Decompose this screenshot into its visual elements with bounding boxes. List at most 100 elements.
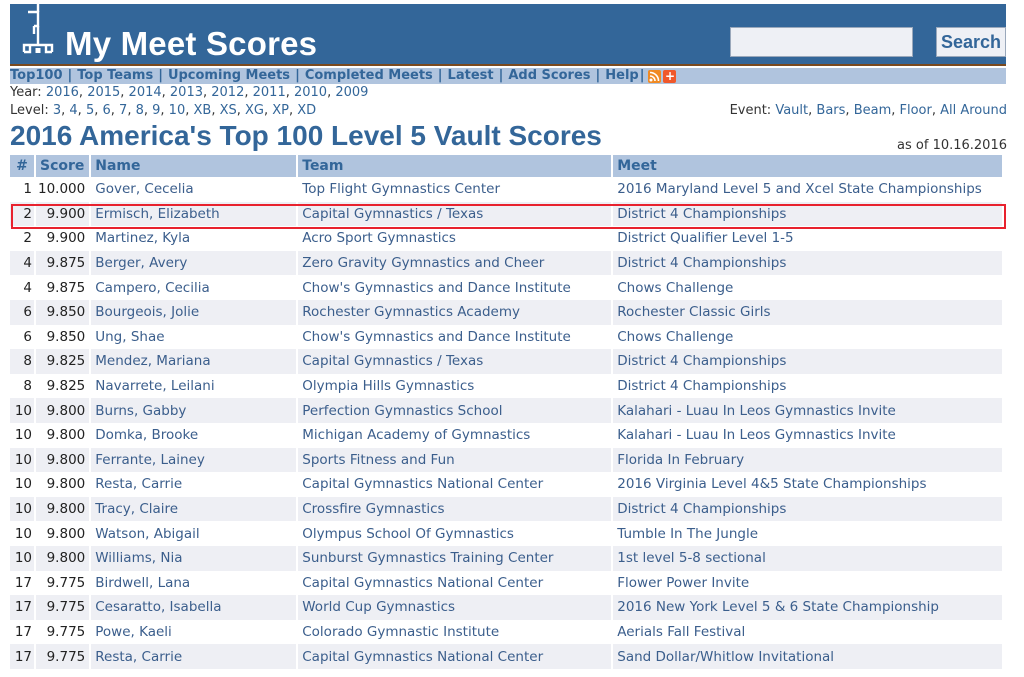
team-link[interactable]: World Cup Gymnastics [302, 599, 455, 615]
team-link[interactable]: Capital Gymnastics National Center [302, 649, 543, 665]
meet-link[interactable]: Kalahari - Luau In Leos Gymnastics Invit… [617, 427, 896, 443]
team-link[interactable]: Michigan Academy of Gymnastics [302, 427, 530, 443]
team-link[interactable]: Perfection Gymnastics School [302, 403, 502, 419]
meet-link[interactable]: 2016 New York Level 5 & 6 State Champion… [617, 599, 939, 615]
bracket-tree-icon[interactable] [20, 4, 56, 62]
gymnast-link[interactable]: Williams, Nia [95, 550, 182, 566]
level-link[interactable]: 5 [86, 103, 94, 118]
gymnast-link[interactable]: Birdwell, Lana [95, 575, 190, 591]
level-link[interactable]: 7 [119, 103, 127, 118]
level-link[interactable]: XB [193, 103, 211, 118]
team-link[interactable]: Chow's Gymnastics and Dance Institute [302, 280, 571, 296]
gymnast-link[interactable]: Ung, Shae [95, 329, 164, 345]
meet-link[interactable]: Kalahari - Luau In Leos Gymnastics Invit… [617, 403, 896, 419]
nav-upcoming-meets[interactable]: Upcoming Meets [168, 68, 290, 84]
event-link-vault[interactable]: Vault [775, 103, 808, 118]
year-link[interactable]: 2015 [87, 85, 120, 100]
team-link[interactable]: Capital Gymnastics National Center [302, 575, 543, 591]
meet-link[interactable]: 2016 Virginia Level 4&5 State Championsh… [617, 476, 926, 492]
nav-top-teams[interactable]: Top Teams [77, 68, 153, 84]
nav-add-scores[interactable]: Add Scores [508, 68, 590, 84]
team-link[interactable]: Capital Gymnastics National Center [302, 476, 543, 492]
team-link[interactable]: Chow's Gymnastics and Dance Institute [302, 329, 571, 345]
meet-link[interactable]: 1st level 5-8 sectional [617, 550, 766, 566]
gymnast-link[interactable]: Ermisch, Elizabeth [95, 206, 219, 222]
level-link[interactable]: XG [245, 103, 264, 118]
event-link-floor[interactable]: Floor [900, 103, 932, 118]
team-link[interactable]: Rochester Gymnastics Academy [302, 304, 520, 320]
meet-link[interactable]: Chows Challenge [617, 280, 733, 296]
nav-top100[interactable]: Top100 [10, 68, 63, 84]
level-link[interactable]: 10 [169, 103, 186, 118]
meet-link[interactable]: District 4 Championships [617, 353, 786, 369]
meet-link[interactable]: Sand Dollar/Whitlow Invitational [617, 649, 834, 665]
gymnast-link[interactable]: Campero, Cecilia [95, 280, 210, 296]
meet-link[interactable]: 2016 Maryland Level 5 and Xcel State Cha… [617, 181, 982, 197]
gymnast-link[interactable]: Burns, Gabby [95, 403, 186, 419]
gymnast-link[interactable]: Martinez, Kyla [95, 230, 190, 246]
meet-link[interactable]: District 4 Championships [617, 501, 786, 517]
meet-link[interactable]: Chows Challenge [617, 329, 733, 345]
gymnast-link[interactable]: Berger, Avery [95, 255, 187, 271]
gymnast-link[interactable]: Resta, Carrie [95, 476, 182, 492]
meet-link[interactable]: Flower Power Invite [617, 575, 749, 591]
meet-link[interactable]: Rochester Classic Girls [617, 304, 770, 320]
meet-cell: Tumble In The Jungle [613, 521, 1002, 546]
team-link[interactable]: Crossfire Gymnastics [302, 501, 444, 517]
team-link[interactable]: Top Flight Gymnastics Center [302, 181, 500, 197]
gymnast-link[interactable]: Ferrante, Lainey [95, 452, 205, 468]
level-link[interactable]: XP [272, 103, 289, 118]
team-link[interactable]: Zero Gravity Gymnastics and Cheer [302, 255, 544, 271]
gymnast-link[interactable]: Domka, Brooke [95, 427, 198, 443]
team-link[interactable]: Acro Sport Gymnastics [302, 230, 456, 246]
search-input[interactable] [730, 27, 913, 57]
team-link[interactable]: Capital Gymnastics / Texas [302, 353, 483, 369]
team-link[interactable]: Sports Fitness and Fun [302, 452, 454, 468]
year-link[interactable]: 2016 [46, 85, 79, 100]
gymnast-link[interactable]: Watson, Abigail [95, 526, 199, 542]
team-link[interactable]: Capital Gymnastics / Texas [302, 206, 483, 222]
meet-link[interactable]: Aerials Fall Festival [617, 624, 745, 640]
event-link-beam[interactable]: Beam [854, 103, 892, 118]
team-link[interactable]: Colorado Gymnastic Institute [302, 624, 499, 640]
year-link[interactable]: 2013 [170, 85, 203, 100]
nav-help[interactable]: Help [605, 68, 638, 84]
meet-link[interactable]: District 4 Championships [617, 255, 786, 271]
level-link[interactable]: 9 [152, 103, 160, 118]
year-link[interactable]: 2011 [253, 85, 286, 100]
meet-link[interactable]: Tumble In The Jungle [617, 526, 758, 542]
gymnast-link[interactable]: Resta, Carrie [95, 649, 182, 665]
level-link[interactable]: 8 [136, 103, 144, 118]
meet-link[interactable]: District Qualifier Level 1-5 [617, 230, 793, 246]
team-link[interactable]: Olympia Hills Gymnastics [302, 378, 474, 394]
search-button[interactable]: Search [936, 27, 1006, 57]
year-link[interactable]: 2010 [294, 85, 327, 100]
meet-link[interactable]: District 4 Championships [617, 378, 786, 394]
level-link[interactable]: 3 [53, 103, 61, 118]
gymnast-link[interactable]: Bourgeois, Jolie [95, 304, 199, 320]
meet-link[interactable]: District 4 Championships [617, 206, 786, 222]
meet-link[interactable]: Florida In February [617, 452, 744, 468]
gymnast-link[interactable]: Tracy, Claire [95, 501, 178, 517]
site-title[interactable]: My Meet Scores [65, 25, 317, 63]
gymnast-link[interactable]: Powe, Kaeli [95, 624, 172, 640]
year-link[interactable]: 2009 [335, 85, 368, 100]
year-link[interactable]: 2012 [211, 85, 244, 100]
team-link[interactable]: Sunburst Gymnastics Training Center [302, 550, 553, 566]
event-link-all-around[interactable]: All Around [940, 103, 1007, 118]
gymnast-link[interactable]: Mendez, Mariana [95, 353, 210, 369]
year-link[interactable]: 2014 [129, 85, 162, 100]
level-link[interactable]: 4 [69, 103, 77, 118]
nav-latest[interactable]: Latest [448, 68, 494, 84]
level-link[interactable]: XS [220, 103, 237, 118]
gymnast-link[interactable]: Cesaratto, Isabella [95, 599, 221, 615]
gymnast-link[interactable]: Navarrete, Leilani [95, 378, 214, 394]
level-link[interactable]: 6 [102, 103, 110, 118]
gymnast-link[interactable]: Gover, Cecelia [95, 181, 193, 197]
plus-icon[interactable]: + [663, 69, 677, 83]
rss-feed-icon[interactable] [648, 69, 662, 83]
event-link-bars[interactable]: Bars [816, 103, 845, 118]
level-link[interactable]: XD [297, 103, 316, 118]
nav-completed-meets[interactable]: Completed Meets [305, 68, 433, 84]
team-link[interactable]: Olympus School Of Gymnastics [302, 526, 514, 542]
